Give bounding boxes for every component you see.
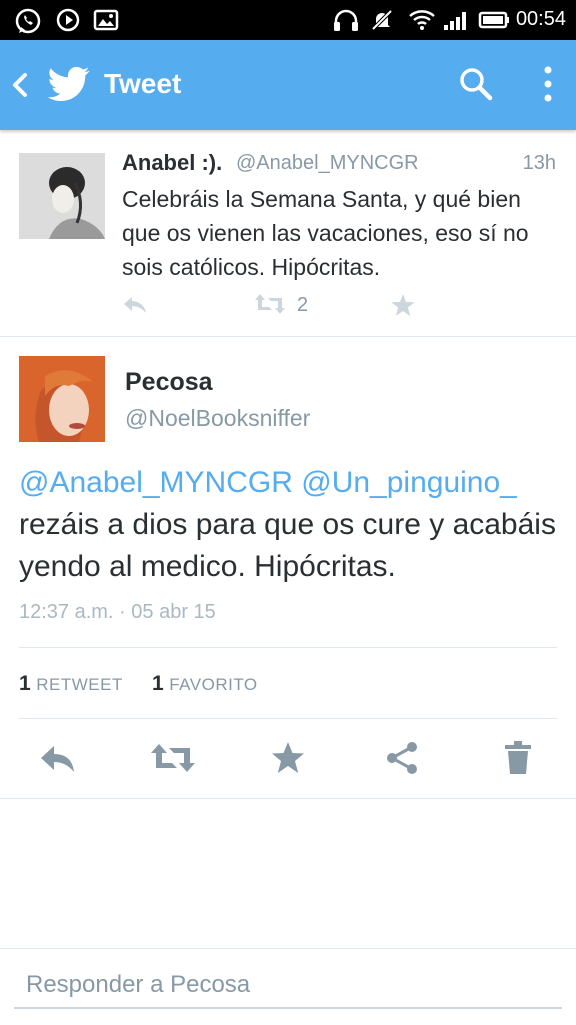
divider xyxy=(19,647,557,648)
tweet-text: @Anabel_MYNCGR @Un_pinguino_ rezáis a di… xyxy=(19,462,559,588)
tweet-text: Celebráis la Semana Santa, y qué bien qu… xyxy=(122,186,529,280)
mention-link[interactable]: @Un_pinguino_ xyxy=(301,466,517,499)
signal-icon xyxy=(444,12,466,30)
retweet-count: 2 xyxy=(297,294,309,316)
headphones-icon xyxy=(334,9,358,31)
engagement-stats: 1 RETWEET 1 FAVORITO xyxy=(19,672,258,696)
favorites-stat[interactable]: 1 FAVORITO xyxy=(151,672,258,695)
author-handle[interactable]: @NoelBooksniffer xyxy=(125,405,310,432)
reply-icon[interactable] xyxy=(120,292,150,316)
avatar-photo xyxy=(19,153,105,239)
search-icon[interactable] xyxy=(458,66,494,102)
more-options-icon[interactable] xyxy=(540,64,556,104)
reply-input[interactable] xyxy=(14,963,562,1009)
retweets-label: RETWEET xyxy=(36,675,123,694)
gallery-icon xyxy=(93,9,119,31)
app-bar-title: Tweet xyxy=(104,68,182,99)
author-handle[interactable]: @Anabel_MYNCGR xyxy=(236,152,419,175)
avatar[interactable] xyxy=(19,356,105,442)
back-icon[interactable] xyxy=(10,72,30,98)
play-icon xyxy=(56,8,80,32)
notifications-off-icon xyxy=(371,9,393,31)
divider xyxy=(19,718,557,719)
favorites-label: FAVORITO xyxy=(169,675,258,694)
author-name[interactable]: Anabel :). xyxy=(122,150,222,176)
retweets-stat[interactable]: 1 RETWEET xyxy=(19,672,123,695)
divider xyxy=(0,798,576,799)
twitter-bird-icon xyxy=(48,66,90,101)
wifi-icon xyxy=(409,10,435,30)
clock: 00:54 xyxy=(515,8,566,30)
tweet-time: 13h xyxy=(522,152,556,174)
retweets-count: 1 xyxy=(19,672,31,695)
whatsapp-icon xyxy=(15,8,41,34)
previous-tweet[interactable]: Anabel :). @Anabel_MYNCGR 13h Celebráis … xyxy=(0,130,576,337)
delete-icon[interactable] xyxy=(502,740,534,776)
reply-icon[interactable] xyxy=(38,740,78,776)
favorite-icon[interactable] xyxy=(390,292,416,318)
tweet-timestamp: 12:37 a.m. · 05 abr 15 xyxy=(19,601,216,623)
author-name[interactable]: Pecosa xyxy=(125,368,213,397)
share-icon[interactable] xyxy=(384,740,420,776)
app-bar: Tweet xyxy=(0,40,576,130)
battery-icon xyxy=(478,11,509,29)
retweet-icon[interactable] xyxy=(150,740,196,776)
avatar[interactable] xyxy=(19,153,105,239)
reply-bar xyxy=(0,948,576,1025)
favorites-count: 1 xyxy=(151,672,164,695)
avatar-photo xyxy=(19,356,105,442)
status-bar: 00:54 xyxy=(0,0,576,40)
tweet-body: rezáis a dios para que os cure y acabáis… xyxy=(19,508,556,583)
retweet-icon[interactable] xyxy=(254,292,286,316)
favorite-icon[interactable] xyxy=(270,740,306,776)
mention-link[interactable]: @Anabel_MYNCGR xyxy=(19,466,293,499)
